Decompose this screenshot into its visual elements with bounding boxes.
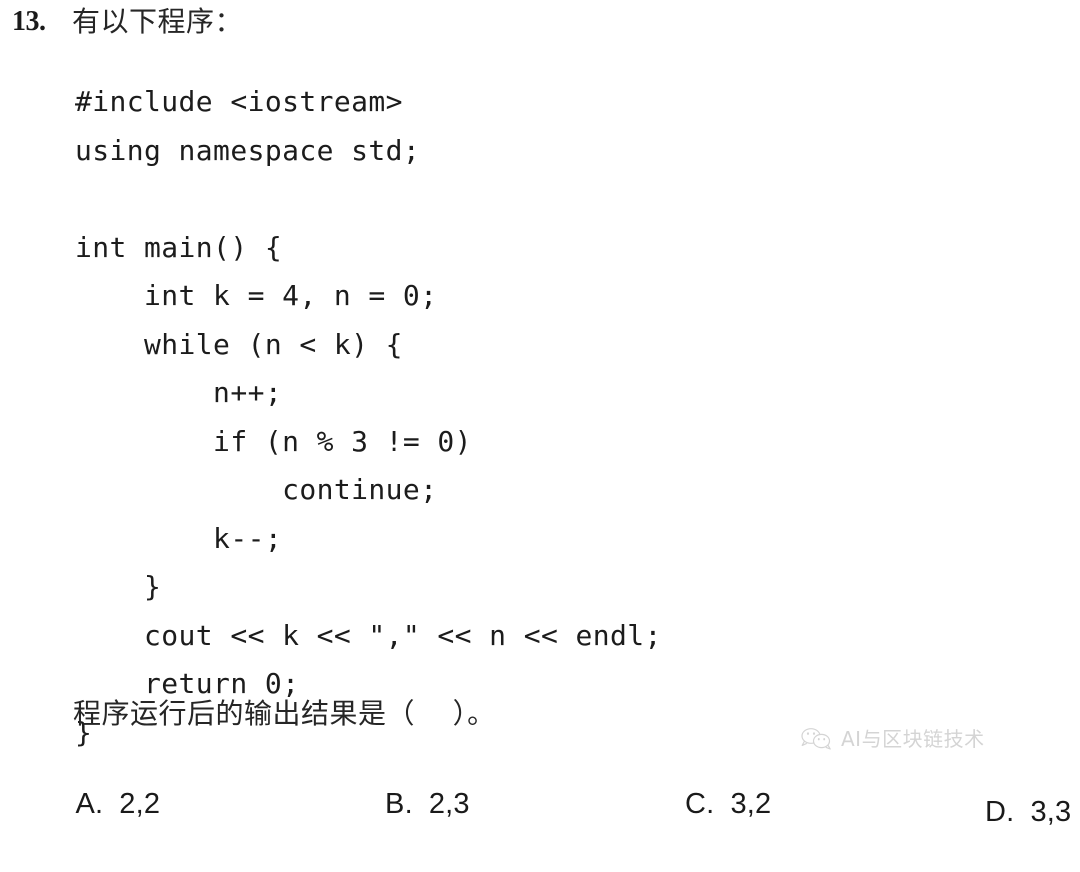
option-a[interactable]: A. 2,2 — [44, 744, 160, 864]
code-line: int main() { — [75, 230, 283, 264]
code-line: #include <iostream> — [75, 85, 403, 118]
option-c-letter: C. — [685, 788, 715, 820]
answer-options: A. 2,2 B. 2,3 C. 3,2 D. 3,3 — [0, 744, 1080, 828]
question-header: 13. 有以下程序： — [0, 2, 1080, 46]
option-b-text: 2,3 — [428, 788, 470, 820]
code-line: k--; — [75, 521, 283, 555]
code-line: int k = 4, n = 0; — [75, 279, 438, 312]
question-prompt: 程序运行后的输出结果是（ ）。 — [73, 697, 496, 730]
option-a-letter: A. — [75, 788, 104, 820]
option-d-letter: D. — [985, 796, 1015, 828]
code-line: } — [75, 570, 162, 603]
code-line: continue; — [75, 473, 438, 506]
option-b[interactable]: B. 2,3 — [352, 744, 470, 864]
code-line: using namespace std; — [75, 133, 421, 167]
question-stem: 有以下程序： — [72, 5, 244, 38]
option-c-text: 3,2 — [730, 788, 772, 820]
code-line: cout << k << "," << n << endl; — [75, 618, 662, 652]
code-block: #include <iostream> using namespace std; … — [75, 78, 1035, 757]
code-line: if (n % 3 != 0) — [75, 424, 472, 458]
question-number: 13. — [12, 6, 46, 37]
option-d-text: 3,3 — [1030, 796, 1072, 828]
code-line: while (n < k) { — [75, 327, 403, 361]
code-line: n++; — [75, 376, 283, 409]
option-d[interactable]: D. 3,3 — [952, 752, 1071, 872]
option-b-letter: B. — [385, 788, 413, 820]
option-c[interactable]: C. 3,2 — [652, 744, 771, 864]
option-a-text: 2,2 — [119, 788, 161, 820]
